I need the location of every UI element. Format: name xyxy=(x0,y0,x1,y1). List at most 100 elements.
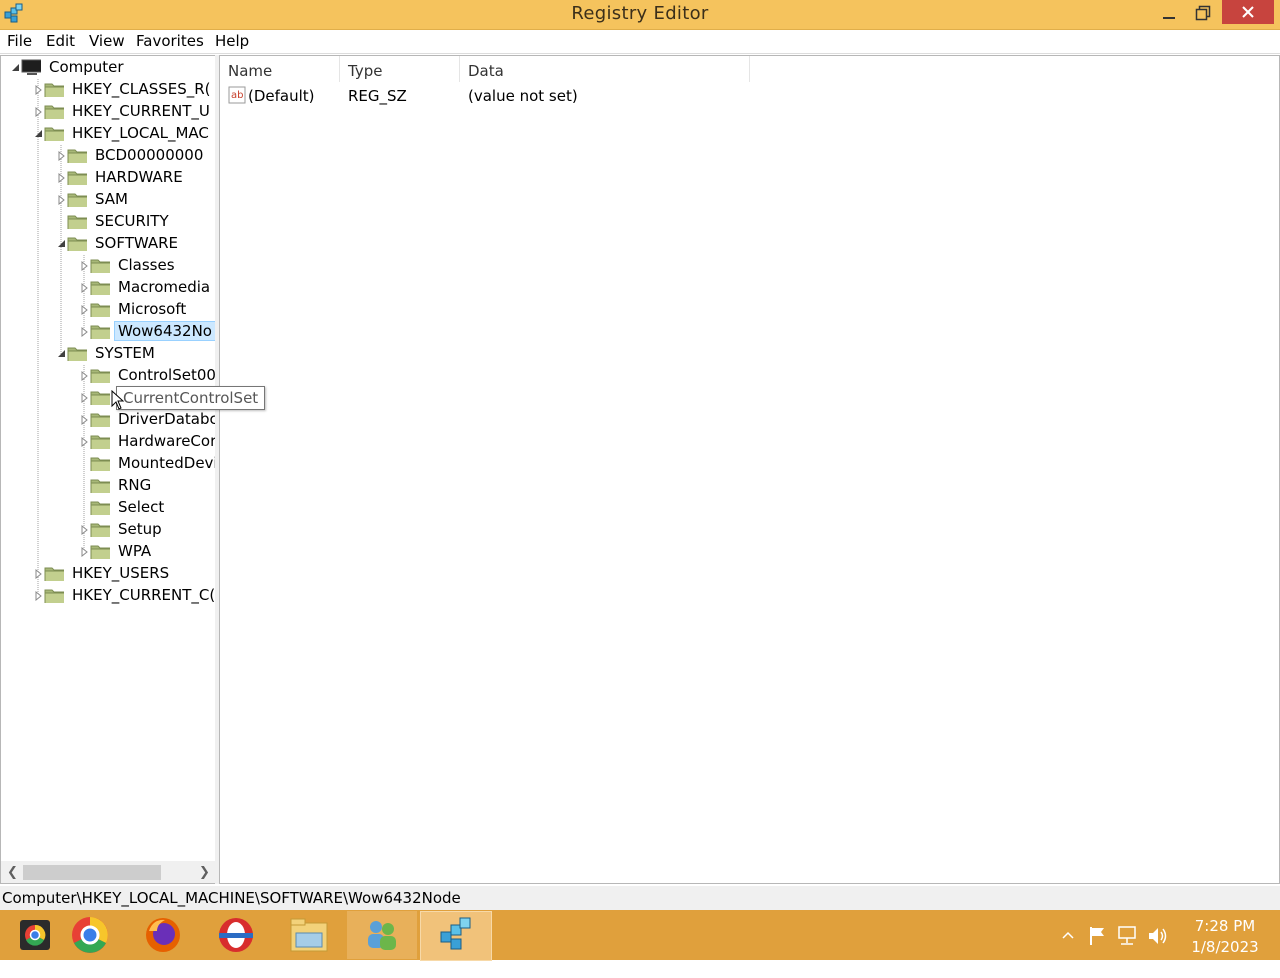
expand-arrow-icon[interactable] xyxy=(80,437,90,447)
expand-arrow-icon[interactable] xyxy=(80,371,90,381)
status-bar: Computer\HKEY_LOCAL_MACHINE\SOFTWARE\Wow… xyxy=(0,886,1280,910)
menu-bar: File Edit View Favorites Help xyxy=(0,30,1280,54)
close-icon xyxy=(1242,6,1254,18)
string-value-icon: ab xyxy=(228,86,246,104)
folder-icon xyxy=(44,83,64,97)
network-icon[interactable] xyxy=(1117,925,1139,975)
expand-arrow-icon[interactable] xyxy=(80,305,90,315)
svg-text:ab: ab xyxy=(231,90,243,101)
expand-arrow-icon[interactable] xyxy=(57,195,67,205)
folder-icon xyxy=(90,545,110,559)
expand-arrow-icon[interactable] xyxy=(34,591,44,601)
menu-edit[interactable]: Edit xyxy=(46,32,75,50)
folder-icon xyxy=(67,215,87,229)
clock-time: 7:28 PM xyxy=(1194,917,1256,935)
restore-button[interactable] xyxy=(1180,0,1225,26)
show-hidden-icons-icon[interactable] xyxy=(1060,928,1076,978)
expand-arrow-icon[interactable] xyxy=(80,327,90,337)
users-app-icon xyxy=(368,921,396,950)
taskbar: 7:28 PM 1/8/2023 xyxy=(0,910,1280,961)
taskbar-registry-editor[interactable] xyxy=(420,911,492,961)
tree-node-label: Computer xyxy=(49,58,124,76)
menu-favorites[interactable]: Favorites xyxy=(136,32,204,50)
taskbar-users-app[interactable] xyxy=(347,911,417,959)
folder-icon xyxy=(90,413,110,427)
scroll-right-icon[interactable]: ❯ xyxy=(199,865,210,880)
folder-icon xyxy=(90,259,110,273)
taskbar-file-explorer[interactable] xyxy=(274,911,344,959)
folder-icon xyxy=(44,105,64,119)
tree-node-label: Macromedia xyxy=(118,278,211,296)
menu-help[interactable]: Help xyxy=(215,32,249,50)
file-explorer-icon xyxy=(290,918,328,952)
minimize-icon xyxy=(1162,17,1175,19)
tree-node-label: HKEY_CLASSES_R( xyxy=(72,80,211,98)
tree-node-label: SOFTWARE xyxy=(95,234,179,252)
expand-arrow-icon[interactable] xyxy=(80,415,90,425)
expand-arrow-icon[interactable] xyxy=(80,393,90,403)
column-header-name[interactable]: Name xyxy=(220,56,340,82)
firefox-icon xyxy=(146,918,180,952)
tree-node-label: HKEY_CURRENT_C( xyxy=(72,586,216,604)
folder-icon xyxy=(90,457,110,471)
volume-icon[interactable] xyxy=(1147,925,1169,975)
title-bar[interactable]: Registry Editor xyxy=(0,0,1280,30)
expand-arrow-icon[interactable] xyxy=(34,107,44,117)
chrome-like-app-icon xyxy=(20,920,50,950)
computer-icon xyxy=(21,59,41,75)
folder-icon xyxy=(90,369,110,383)
value-type: REG_SZ xyxy=(348,87,407,105)
close-button[interactable] xyxy=(1222,0,1274,24)
menu-view[interactable]: View xyxy=(89,32,125,50)
collapse-arrow-icon[interactable] xyxy=(11,63,21,73)
expand-arrow-icon[interactable] xyxy=(80,547,90,557)
expand-arrow-icon[interactable] xyxy=(34,569,44,579)
no-expander xyxy=(80,481,90,491)
folder-icon xyxy=(90,435,110,449)
folder-icon xyxy=(44,567,64,581)
collapse-arrow-icon[interactable] xyxy=(57,239,67,249)
taskbar-chrome[interactable] xyxy=(55,911,125,959)
expand-arrow-icon[interactable] xyxy=(80,283,90,293)
action-center-flag-icon[interactable] xyxy=(1088,925,1108,975)
folder-icon xyxy=(67,193,87,207)
no-expander xyxy=(80,459,90,469)
registry-editor-icon xyxy=(440,917,471,950)
scroll-left-icon[interactable]: ❮ xyxy=(7,865,18,880)
taskbar-firefox[interactable] xyxy=(128,911,198,959)
collapse-arrow-icon[interactable] xyxy=(34,129,44,139)
registry-tree[interactable]: Computer HKEY_CLASSES_R(HKEY_CURRENT_U HKE… xyxy=(0,55,216,884)
tree-node-label: HKEY_LOCAL_MAC xyxy=(72,124,209,142)
folder-icon xyxy=(90,281,110,295)
mouse-cursor-icon xyxy=(111,390,125,410)
menu-file[interactable]: File xyxy=(7,32,32,50)
value-row[interactable]: ab (Default) REG_SZ (value not set) xyxy=(220,84,1279,106)
clock-date: 1/8/2023 xyxy=(1191,938,1259,956)
scrollbar-thumb[interactable] xyxy=(23,865,161,880)
expand-arrow-icon[interactable] xyxy=(80,525,90,535)
folder-icon xyxy=(67,347,87,361)
no-expander xyxy=(80,503,90,513)
horizontal-scrollbar[interactable]: ❮ ❯ xyxy=(1,861,215,883)
taskbar-opera[interactable] xyxy=(201,911,271,959)
folder-icon xyxy=(67,149,87,163)
chrome-icon xyxy=(72,917,108,953)
system-clock[interactable]: 7:28 PM 1/8/2023 xyxy=(1180,916,1270,958)
collapse-arrow-icon[interactable] xyxy=(57,349,67,359)
tree-node-label: HardwareCor xyxy=(118,432,216,450)
tree-node-label: BCD00000000 xyxy=(95,146,204,164)
expand-arrow-icon[interactable] xyxy=(80,261,90,271)
expand-arrow-icon[interactable] xyxy=(57,173,67,183)
column-header-data[interactable]: Data xyxy=(460,56,750,82)
folder-icon xyxy=(67,237,87,251)
tree-node-label: Classes xyxy=(118,256,175,274)
column-header-type[interactable]: Type xyxy=(340,56,460,82)
expand-arrow-icon[interactable] xyxy=(57,151,67,161)
expand-arrow-icon[interactable] xyxy=(34,85,44,95)
tree-node-label: MountedDevi xyxy=(118,454,216,472)
values-list[interactable]: Name Type Data ab (Default) REG_SZ (valu… xyxy=(219,55,1280,884)
status-path: Computer\HKEY_LOCAL_MACHINE\SOFTWARE\Wow… xyxy=(2,889,461,907)
folder-icon xyxy=(90,523,110,537)
window-title: Registry Editor xyxy=(571,3,709,24)
folder-icon xyxy=(44,589,64,603)
